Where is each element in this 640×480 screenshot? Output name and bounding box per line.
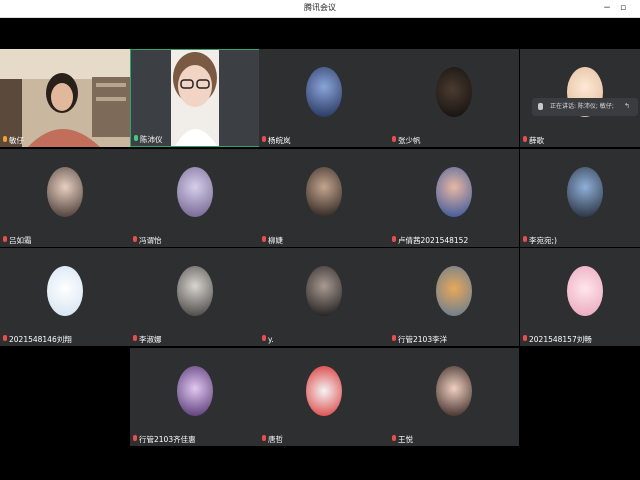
- participant-name: 冯谓怡: [132, 235, 162, 246]
- avatar: [567, 167, 603, 217]
- participant-tile[interactable]: 冯谓怡: [130, 149, 260, 247]
- participant-tile[interactable]: 2021548146刘翔: [0, 248, 130, 346]
- avatar: [177, 167, 213, 217]
- participant-name: 唐哲: [261, 434, 283, 445]
- participant-name: 敏仔: [2, 135, 24, 146]
- participant-name: 杨皖岚: [261, 135, 291, 146]
- microphone-icon: [538, 103, 543, 110]
- participant-tile[interactable]: 敏仔: [0, 49, 130, 147]
- participant-tile[interactable]: 杨皖岚: [259, 49, 389, 147]
- video-feed-bookshelf: [0, 49, 130, 147]
- video-feed-face: [131, 50, 259, 146]
- mic-muted-icon: [391, 136, 397, 144]
- mic-muted-icon: [522, 136, 528, 144]
- participant-tile[interactable]: 卢倩茜2021548152: [389, 149, 519, 247]
- participant-name: 陈沛仪: [133, 134, 163, 145]
- mic-muted-icon: [391, 236, 397, 244]
- mic-muted-icon: [261, 236, 267, 244]
- participant-tile[interactable]: 唐哲: [259, 348, 389, 446]
- avatar: [177, 366, 213, 416]
- participant-name: 李淑娜: [132, 334, 162, 345]
- mic-muted-icon: [2, 335, 8, 343]
- mic-muted-icon: [132, 335, 138, 343]
- mic-muted-icon: [261, 435, 267, 443]
- avatar: [436, 366, 472, 416]
- mic-muted-icon: [391, 335, 397, 343]
- avatar: [306, 167, 342, 217]
- avatar: [177, 266, 213, 316]
- participant-tile[interactable]: 李淑娜: [130, 248, 260, 346]
- mic-muted-icon: [132, 435, 138, 443]
- mic-muted-icon: [391, 435, 397, 443]
- mic-muted-icon: [261, 136, 267, 144]
- speaking-indicator: 正在讲话: 陈沛仪; 敏仔; ↰: [532, 98, 638, 116]
- mic-muted-icon: [2, 236, 8, 244]
- participant-tile[interactable]: 行管2103齐佳惠: [130, 348, 260, 446]
- mic-muted-icon: [522, 335, 528, 343]
- participant-name: 2021548157刘畅: [522, 334, 592, 345]
- participant-tile[interactable]: 2021548157刘畅: [520, 248, 640, 346]
- participant-tile[interactable]: 王悦: [389, 348, 519, 446]
- participant-name: 行管2103齐佳惠: [132, 434, 196, 445]
- mic-muted-icon: [522, 236, 528, 244]
- speaking-text: 正在讲话: 陈沛仪; 敏仔;: [550, 103, 614, 110]
- participant-name: 张少帆: [391, 135, 421, 146]
- mic-icon: [133, 135, 139, 143]
- participant-name: 薛歌: [522, 135, 544, 146]
- collapse-icon[interactable]: ↰: [624, 102, 632, 111]
- participant-tile[interactable]: 李宛宛;): [520, 149, 640, 247]
- mic-icon: [2, 136, 8, 144]
- participant-tile[interactable]: y.: [259, 248, 389, 346]
- participant-tile-active[interactable]: 陈沛仪: [130, 49, 260, 147]
- minimize-icon[interactable]: −: [600, 1, 614, 15]
- restore-icon[interactable]: ▫: [616, 1, 630, 15]
- avatar: [306, 366, 342, 416]
- mic-muted-icon: [261, 335, 267, 343]
- video-grid: 敏仔 陈沛仪 杨皖岚 张少帆 薛歌 吕如霜 冯谓怡 柳婕 卢倩茜20215481…: [0, 18, 640, 480]
- avatar: [436, 266, 472, 316]
- window-title: 腾讯会议: [304, 3, 336, 12]
- participant-name: 吕如霜: [2, 235, 32, 246]
- participant-name: 行管2103李洋: [391, 334, 447, 345]
- participant-name: 王悦: [391, 434, 413, 445]
- participant-name: 2021548146刘翔: [2, 334, 72, 345]
- participant-name: 卢倩茜2021548152: [391, 235, 468, 246]
- title-bar: 腾讯会议 − ▫: [0, 0, 640, 18]
- participant-tile[interactable]: 柳婕: [259, 149, 389, 247]
- participant-tile[interactable]: 张少帆: [389, 49, 519, 147]
- participant-name: 李宛宛;): [522, 235, 557, 246]
- participant-name: y.: [261, 334, 274, 345]
- participant-tile[interactable]: 行管2103李洋: [389, 248, 519, 346]
- participant-tile[interactable]: 吕如霜: [0, 149, 130, 247]
- avatar: [47, 266, 83, 316]
- avatar: [436, 67, 472, 117]
- avatar: [436, 167, 472, 217]
- avatar: [306, 67, 342, 117]
- avatar: [47, 167, 83, 217]
- avatar: [306, 266, 342, 316]
- mic-muted-icon: [132, 236, 138, 244]
- avatar: [567, 266, 603, 316]
- participant-name: 柳婕: [261, 235, 283, 246]
